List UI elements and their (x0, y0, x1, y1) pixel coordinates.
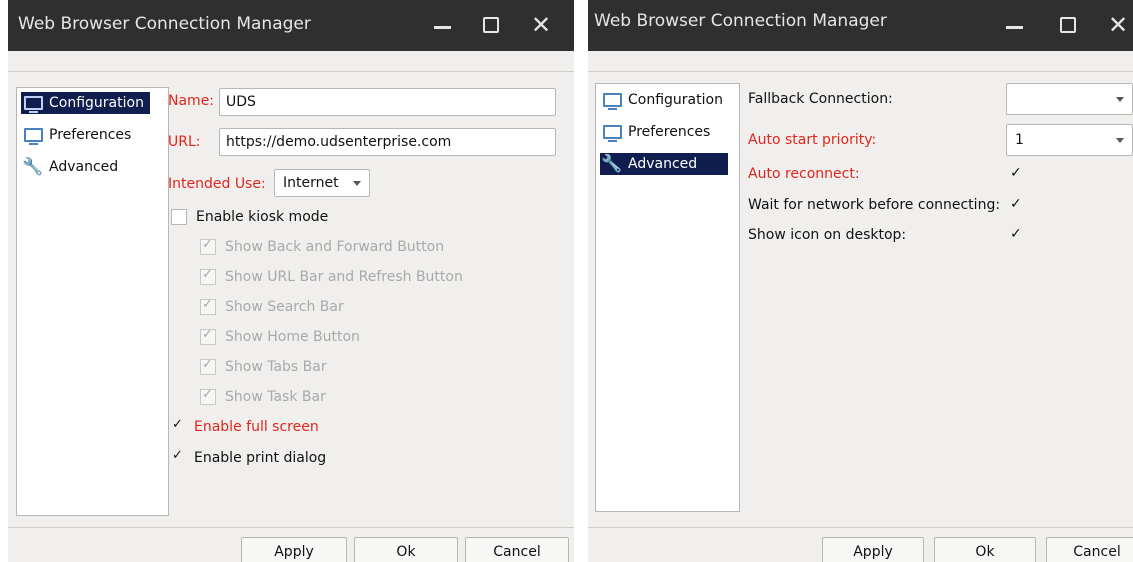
minimize-icon[interactable] (1002, 12, 1028, 38)
checkbox-label: Show Tabs Bar (225, 359, 327, 375)
title-bar[interactable]: Web Browser Connection Manager ✕ (588, 0, 1133, 51)
checkbox-box[interactable] (171, 209, 187, 225)
auto-reconnect-label: Auto reconnect: (748, 166, 860, 182)
checkbox-label: Enable full screen (194, 419, 319, 435)
monitor-icon (602, 91, 622, 110)
show-back-forward-checkbox[interactable]: Show Back and Forward Button (200, 237, 445, 255)
full-screen-checkbox[interactable]: Enable full screen (171, 417, 319, 435)
checkbox-label: Show Search Bar (225, 299, 344, 315)
checkbox-label: Show Back and Forward Button (225, 239, 445, 255)
cancel-button[interactable]: Cancel (1046, 537, 1133, 562)
nav-item-label: Configuration (49, 95, 144, 111)
cancel-button[interactable]: Cancel (465, 537, 569, 562)
auto-reconnect-checkbox[interactable] (1009, 165, 1023, 182)
nav-item-label: Preferences (628, 124, 711, 140)
intended-use-select[interactable]: Internet (274, 169, 370, 197)
nav-item-label: Preferences (49, 127, 132, 143)
intended-use-label: Intended Use: (168, 176, 266, 192)
auto-start-priority-label: Auto start priority: (748, 132, 877, 148)
chevron-down-icon (353, 181, 361, 186)
window-title: Web Browser Connection Manager (594, 11, 887, 31)
ok-button[interactable]: Ok (934, 537, 1036, 562)
url-label: URL: (168, 134, 201, 150)
nav-item-advanced[interactable]: 🔧 Advanced (21, 156, 124, 178)
checkbox-box[interactable] (200, 297, 216, 315)
title-bar[interactable]: Web Browser Connection Manager ✕ (8, 0, 574, 51)
wrench-icon: 🔧 (22, 156, 44, 177)
show-home-button-checkbox[interactable]: Show Home Button (200, 327, 360, 345)
show-url-bar-checkbox[interactable]: Show URL Bar and Refresh Button (200, 267, 463, 285)
nav-item-advanced[interactable]: 🔧 Advanced (600, 153, 728, 175)
checkbox-box[interactable] (200, 237, 216, 255)
right-window: Web Browser Connection Manager ✕ Configu… (588, 0, 1133, 562)
maximize-icon[interactable] (478, 12, 504, 38)
print-dialog-checkbox[interactable]: Enable print dialog (171, 448, 327, 466)
checkbox-box[interactable] (171, 417, 185, 434)
show-tabs-bar-checkbox[interactable]: Show Tabs Bar (200, 357, 327, 375)
checkbox-label: Show Home Button (225, 329, 360, 345)
sidebar-nav: Configuration Preferences 🔧 Advanced (16, 87, 169, 516)
show-icon-on-desktop-checkbox[interactable] (1009, 226, 1023, 243)
monitor-icon (23, 126, 43, 145)
wait-for-network-label: Wait for network before connecting: (748, 197, 1001, 213)
checkbox-box[interactable] (200, 387, 216, 405)
name-value: UDS (226, 94, 256, 110)
auto-start-priority-select[interactable]: 1 (1006, 124, 1133, 156)
nav-item-label: Advanced (628, 156, 698, 172)
checkbox-label: Enable print dialog (194, 450, 327, 466)
close-icon[interactable]: ✕ (1105, 12, 1131, 38)
nav-item-label: Configuration (628, 92, 723, 108)
nav-item-label: Advanced (49, 159, 119, 175)
close-icon[interactable]: ✕ (528, 12, 554, 38)
checkbox-label: Enable kiosk mode (196, 209, 329, 225)
show-icon-on-desktop-label: Show icon on desktop: (748, 227, 907, 243)
kiosk-mode-checkbox[interactable]: Enable kiosk mode (171, 209, 328, 225)
auto-start-priority-value: 1 (1015, 132, 1024, 148)
wrench-icon: 🔧 (601, 153, 623, 174)
wait-for-network-checkbox[interactable] (1009, 196, 1023, 213)
checkbox-box[interactable] (200, 357, 216, 375)
intended-use-value: Internet (283, 175, 339, 191)
show-task-bar-checkbox[interactable]: Show Task Bar (200, 387, 326, 405)
fallback-connection-label: Fallback Connection: (748, 91, 893, 107)
monitor-icon (23, 94, 43, 113)
maximize-icon[interactable] (1055, 12, 1081, 38)
chevron-down-icon (1116, 97, 1124, 102)
checkbox-label: Show Task Bar (225, 389, 326, 405)
fallback-connection-select[interactable] (1006, 83, 1133, 115)
top-strip (8, 51, 574, 72)
checkbox-box[interactable] (200, 327, 216, 345)
checkbox-box[interactable] (200, 267, 216, 285)
nav-item-configuration[interactable]: Configuration (600, 89, 729, 111)
chevron-down-icon (1116, 138, 1124, 143)
checkbox-label: Show URL Bar and Refresh Button (225, 269, 463, 285)
ok-button[interactable]: Ok (354, 537, 458, 562)
nav-item-preferences[interactable]: Preferences (21, 124, 137, 146)
checkbox-box[interactable] (171, 448, 185, 465)
show-search-bar-checkbox[interactable]: Show Search Bar (200, 297, 344, 315)
minimize-icon[interactable] (430, 12, 456, 38)
nav-item-preferences[interactable]: Preferences (600, 121, 716, 143)
url-field[interactable]: https://demo.udsenterprise.com (219, 128, 556, 156)
name-field[interactable]: UDS (219, 88, 556, 116)
top-strip (588, 51, 1133, 72)
sidebar-nav: Configuration Preferences 🔧 Advanced (595, 83, 740, 512)
monitor-icon (602, 123, 622, 142)
apply-button[interactable]: Apply (822, 537, 924, 562)
left-window: Web Browser Connection Manager ✕ Configu… (8, 0, 574, 562)
apply-button[interactable]: Apply (241, 537, 347, 562)
name-label: Name: (168, 93, 215, 109)
window-title: Web Browser Connection Manager (18, 14, 311, 34)
nav-item-configuration[interactable]: Configuration (21, 92, 150, 114)
url-value: https://demo.udsenterprise.com (226, 134, 452, 150)
